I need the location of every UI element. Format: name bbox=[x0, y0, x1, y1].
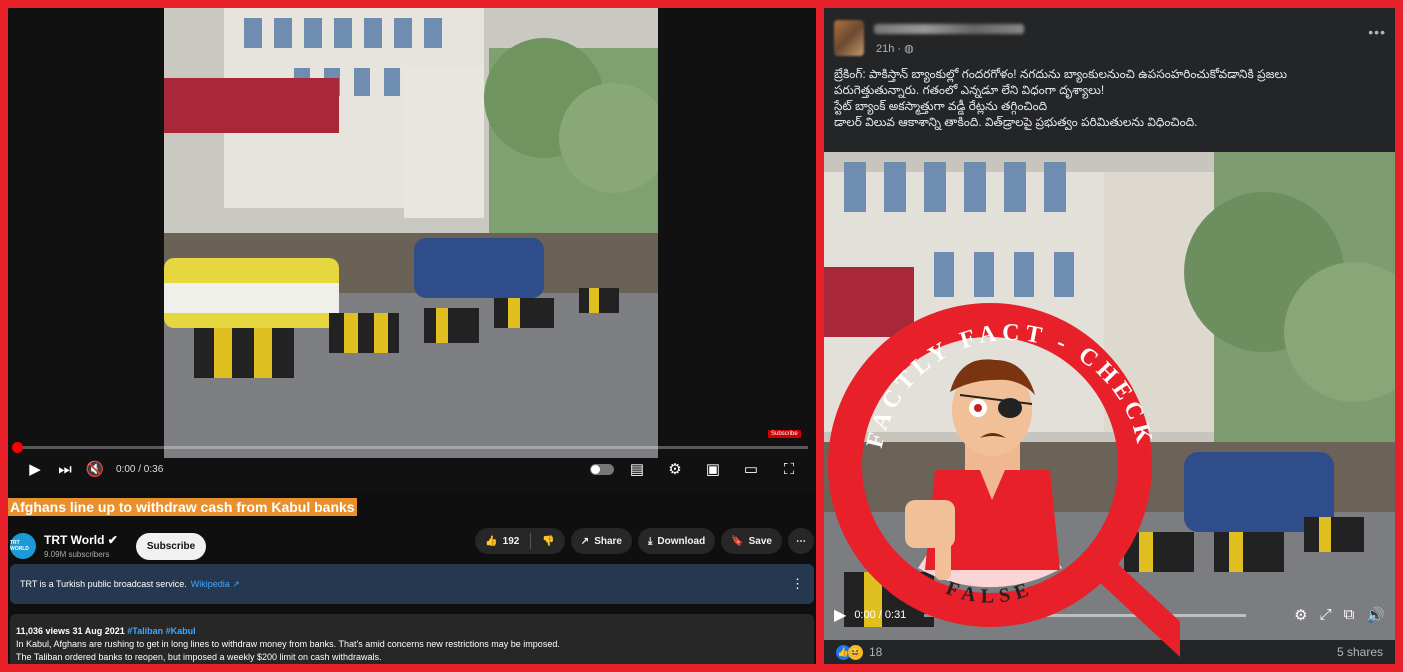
video-frame bbox=[164, 8, 658, 458]
download-button[interactable]: ⤓ Download bbox=[637, 528, 716, 554]
more-options-icon[interactable]: ••• bbox=[1368, 24, 1386, 40]
facebook-progress-bar[interactable] bbox=[924, 613, 1247, 617]
player-controls: ▶ ⏭ 🔇 0:00 / 0:36 ▤ ⚙ ▣ ▭ ⛶ bbox=[8, 454, 816, 484]
play-icon[interactable]: ▶ bbox=[834, 605, 846, 625]
globe-icon: ◍ bbox=[904, 43, 914, 55]
hashtags[interactable]: #Taliban #Kabul bbox=[127, 626, 195, 636]
autoplay-toggle[interactable] bbox=[590, 463, 614, 475]
description-line: In Kabul, Afghans are rushing to get in … bbox=[16, 639, 560, 649]
channel-name[interactable]: TRT World ✔ bbox=[44, 533, 118, 547]
reaction-count[interactable]: 18 bbox=[869, 645, 882, 659]
facebook-panel: 21h · ◍ ••• బ్రేకింగ్: పాకిస్తాన్ బ్యాంక… bbox=[824, 8, 1395, 664]
video-time: 0:00 / 0:36 bbox=[116, 463, 164, 475]
expand-icon[interactable]: ⤢ bbox=[1320, 606, 1332, 624]
facebook-video-controls: ▶ 0:00 / 0:31 ⚙ ⤢ ⧉ 🔊 bbox=[824, 602, 1395, 628]
wikipedia-link[interactable]: Wikipedia ↗ bbox=[191, 579, 240, 590]
video-description[interactable]: 11,036 views 31 Aug 2021 #Taliban #Kabul… bbox=[10, 614, 814, 664]
post-header: 21h · ◍ ••• bbox=[834, 18, 1386, 58]
picture-in-picture-icon[interactable]: ⧉ bbox=[1344, 606, 1355, 624]
description-line: The Taliban ordered banks to reopen, but… bbox=[16, 652, 382, 662]
share-count[interactable]: 5 shares bbox=[1337, 645, 1383, 659]
share-icon: ↗ bbox=[580, 535, 590, 547]
info-text: TRT is a Turkish public broadcast servic… bbox=[20, 579, 187, 589]
subscribe-watermark[interactable]: Subscribe bbox=[768, 430, 801, 438]
video-title: Afghans line up to withdraw cash from Ka… bbox=[8, 498, 357, 516]
author-avatar[interactable] bbox=[834, 20, 864, 56]
fullscreen-icon[interactable]: ⛶ bbox=[774, 454, 804, 484]
settings-gear-icon[interactable]: ⚙ bbox=[1294, 606, 1307, 624]
post-text: బ్రేకింగ్: పాకిస్తాన్ బ్యాంకుల్లో గందరగో… bbox=[834, 67, 1288, 129]
external-link-icon: ↗ bbox=[232, 578, 240, 589]
facebook-video[interactable] bbox=[824, 152, 1395, 640]
subscriber-count: 9.09M subscribers bbox=[44, 550, 110, 559]
bookmark-icon: 🔖 bbox=[731, 535, 744, 547]
channel-avatar[interactable]: TRT WORLD bbox=[10, 533, 36, 559]
action-bar: 👍 192 👎 ↗ Share ⤓ Download 🔖 Save ⋯ bbox=[475, 528, 814, 554]
more-horizontal-icon: ⋯ bbox=[796, 535, 806, 547]
view-stats: 11,036 views 31 Aug 2021 bbox=[16, 626, 125, 636]
facebook-video-time: 0:00 / 0:31 bbox=[854, 609, 907, 621]
post-time[interactable]: 21h · ◍ bbox=[876, 42, 914, 55]
post-footer: 👍 😆 18 5 shares bbox=[824, 640, 1395, 664]
theater-mode-icon[interactable]: ▭ bbox=[736, 454, 766, 484]
thumbs-down-icon[interactable]: 👎 bbox=[542, 536, 554, 547]
progress-scrubber[interactable] bbox=[12, 442, 23, 453]
settings-gear-icon[interactable]: ⚙ bbox=[660, 454, 690, 484]
youtube-video-player[interactable]: Subscribe ▶ ⏭ 🔇 0:00 / 0:36 ▤ ⚙ ▣ ▭ ⛶ bbox=[8, 8, 816, 494]
like-dislike-group: 👍 192 👎 bbox=[475, 528, 565, 554]
like-count[interactable]: 192 bbox=[503, 536, 520, 547]
captions-icon[interactable]: ▤ bbox=[622, 454, 652, 484]
download-icon: ⤓ bbox=[647, 535, 653, 547]
haha-reaction-icon[interactable]: 😆 bbox=[848, 644, 863, 660]
info-panel: TRT is a Turkish public broadcast servic… bbox=[10, 564, 814, 604]
play-icon[interactable]: ▶ bbox=[20, 454, 50, 484]
author-name-blurred[interactable] bbox=[874, 24, 1024, 34]
check-circle-icon: ✔ bbox=[107, 533, 118, 547]
info-menu-icon[interactable]: ⋮ bbox=[791, 576, 804, 592]
share-button[interactable]: ↗ Share bbox=[570, 528, 632, 554]
mute-icon[interactable]: 🔇 bbox=[80, 454, 110, 484]
more-actions-button[interactable]: ⋯ bbox=[788, 528, 814, 554]
save-button[interactable]: 🔖 Save bbox=[721, 528, 782, 554]
thumbs-up-icon[interactable]: 👍 bbox=[485, 536, 497, 547]
video-progress-bar[interactable] bbox=[12, 442, 808, 453]
volume-icon[interactable]: 🔊 bbox=[1366, 606, 1385, 624]
next-icon[interactable]: ⏭ bbox=[50, 454, 80, 484]
subscribe-button[interactable]: Subscribe bbox=[135, 532, 207, 560]
youtube-panel: Subscribe ▶ ⏭ 🔇 0:00 / 0:36 ▤ ⚙ ▣ ▭ ⛶ Af… bbox=[8, 8, 816, 664]
miniplayer-icon[interactable]: ▣ bbox=[698, 454, 728, 484]
